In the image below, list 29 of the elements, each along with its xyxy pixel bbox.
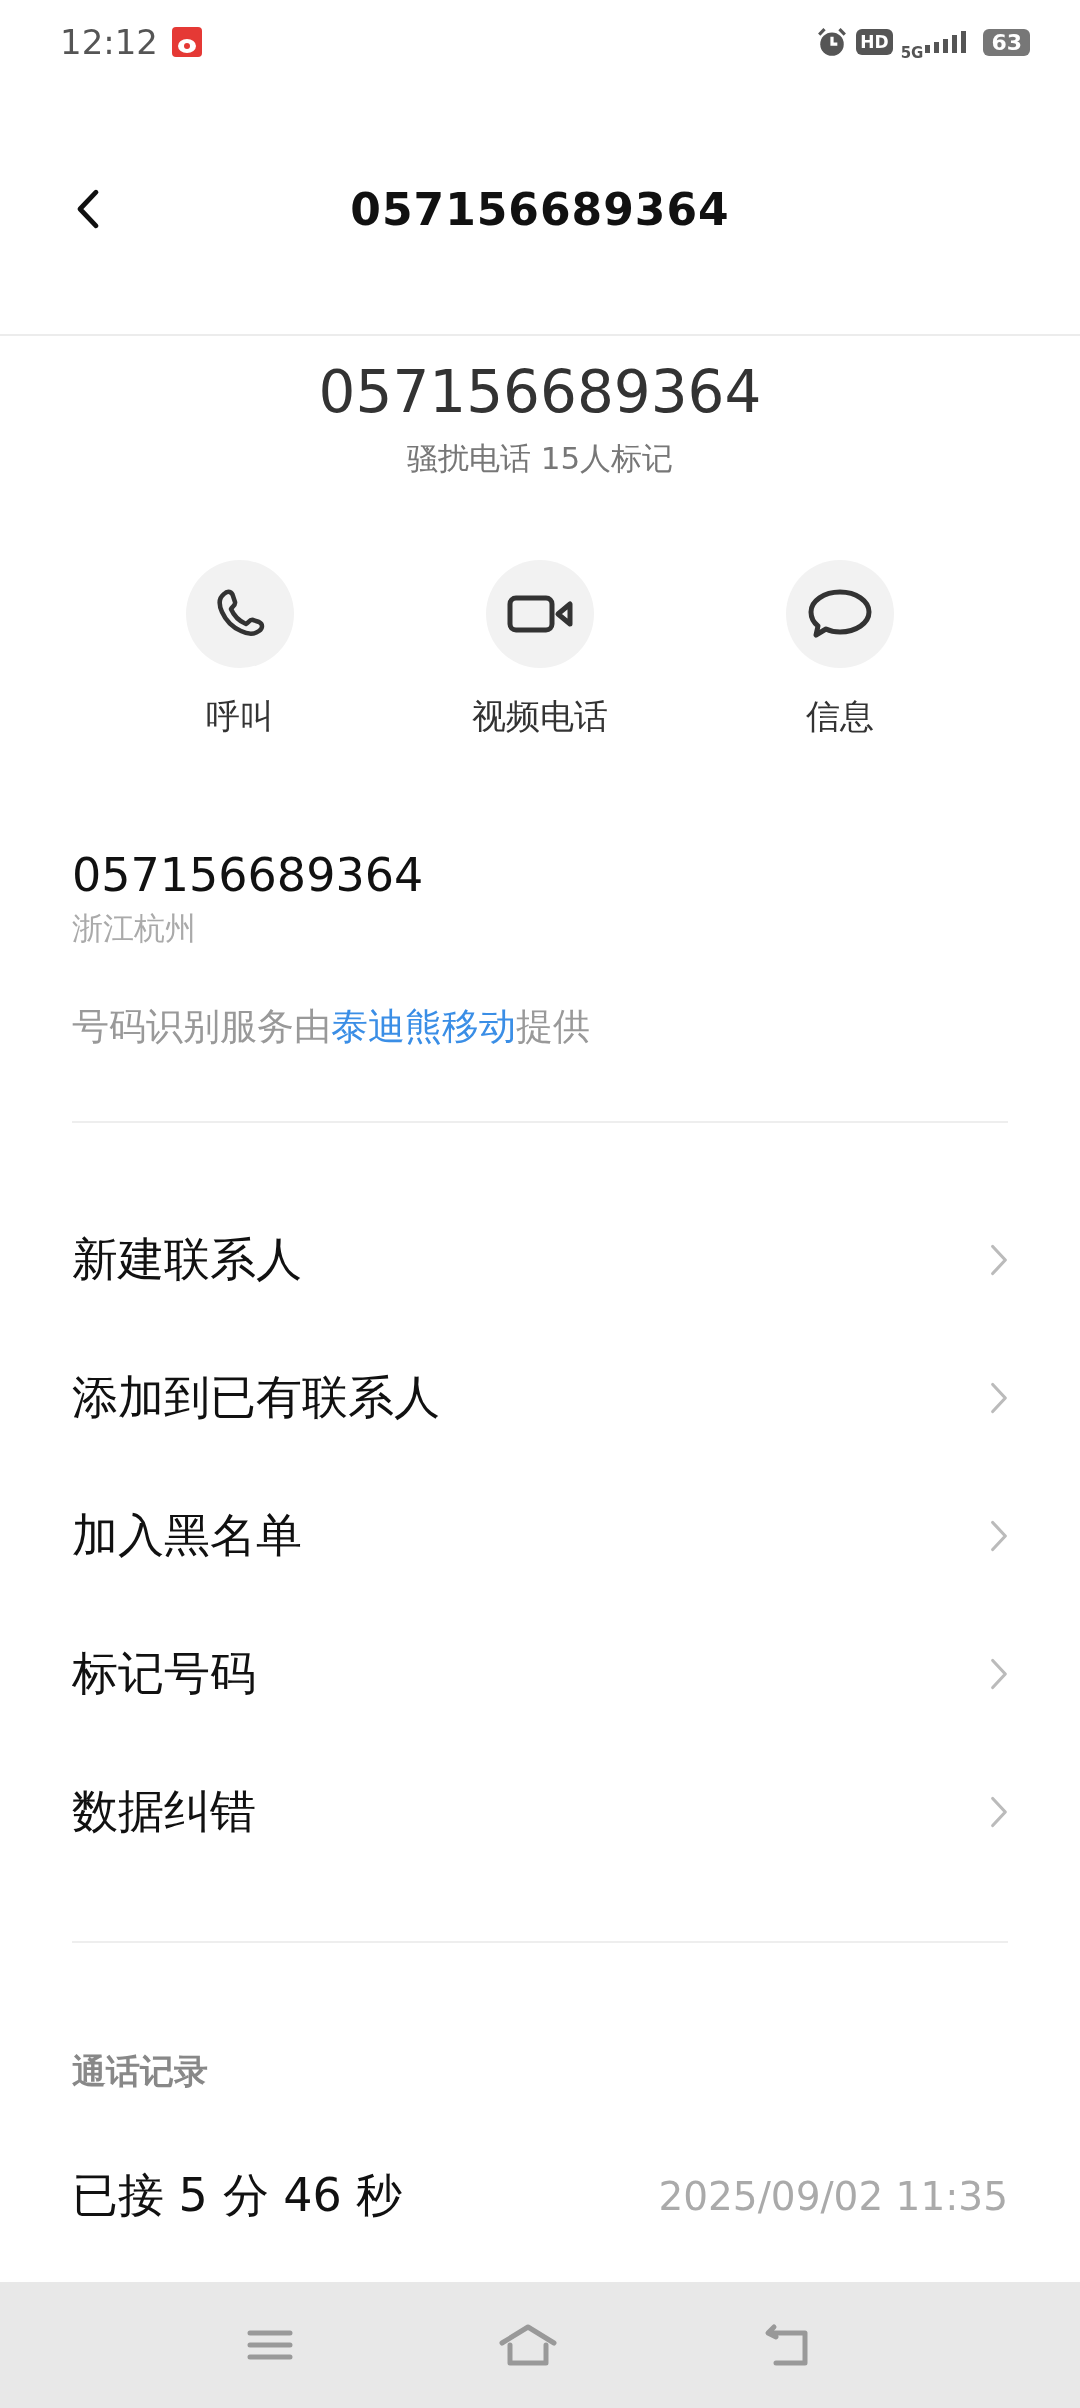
provider-note: 号码识别服务由泰迪熊移动提供 [72, 1004, 591, 1050]
menu-item[interactable]: 新建联系人 [0, 1191, 1080, 1329]
call-duration: 已接 5 分 46 秒 [72, 2167, 403, 2224]
home-icon[interactable] [498, 2323, 558, 2367]
network-type: 5G [900, 44, 924, 62]
hd-badge: HD [856, 29, 893, 55]
phone-number: 057156689364 [318, 358, 762, 426]
chevron-icon [990, 1243, 1008, 1277]
spam-tag: 骚扰电话 15人标记 [406, 438, 674, 480]
menu-item[interactable]: 添加到已有联系人 [0, 1329, 1080, 1467]
call-action-button[interactable]: 呼叫 [140, 560, 340, 740]
call-time: 2025/09/02 11:35 [658, 2173, 1008, 2219]
section-title: 通话记录 [72, 2050, 209, 2093]
message-action-button[interactable]: 信息 [740, 560, 940, 740]
chevron-icon [990, 1795, 1008, 1829]
menu-item[interactable]: 加入黑名单 [0, 1467, 1080, 1605]
app-notification-icon [172, 27, 202, 57]
alarm-icon [816, 26, 849, 58]
chevron-icon [990, 1519, 1008, 1553]
chevron-icon [990, 1381, 1008, 1415]
menu-item[interactable]: 标记号码 [0, 1605, 1080, 1743]
video-action-button[interactable]: 视频电话 [440, 560, 640, 740]
battery-indicator: 63 [983, 28, 1030, 56]
menu-item[interactable]: 数据纠错 [0, 1743, 1080, 1881]
page-title: 057156689364 [349, 183, 731, 235]
number-text: 057156689364 [72, 848, 425, 902]
chevron-icon [990, 1657, 1008, 1691]
location-text: 浙江杭州 [72, 909, 197, 948]
status-time: 12:12 [60, 22, 158, 62]
